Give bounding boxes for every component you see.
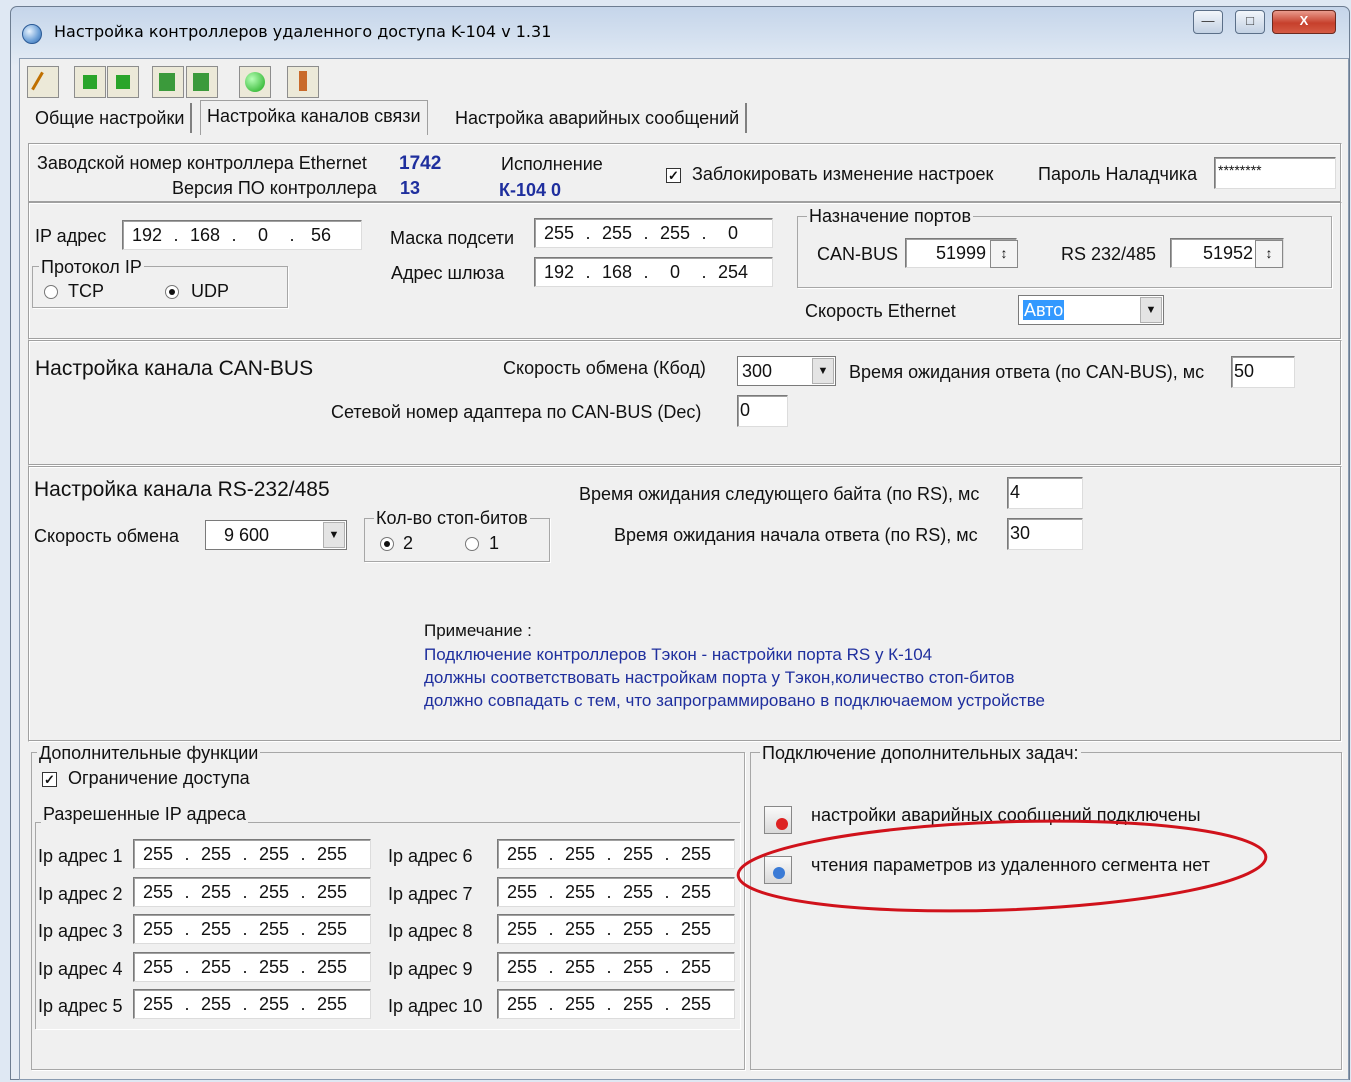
- rs-speed-label: Скорость обмена: [34, 526, 179, 546]
- connect-icon[interactable]: [239, 66, 271, 98]
- restrict-access-label: Ограничение доступа: [68, 768, 250, 788]
- stopbits-2-label: 2: [403, 533, 414, 553]
- canbus-port-spinner[interactable]: ↕: [990, 240, 1018, 268]
- allowed-ip-field[interactable]: 255. 255. 255. 255: [133, 839, 371, 869]
- allowed-ip-legend: Разрешенные IP адреса: [41, 804, 249, 825]
- rs-start-timeout-field[interactable]: 30: [1007, 518, 1083, 550]
- app-icon: [22, 24, 42, 44]
- allowed-ip-field[interactable]: 255. 255. 255. 255: [497, 914, 735, 944]
- chevron-down-icon[interactable]: ▼: [1140, 297, 1162, 323]
- allowed-ip-field[interactable]: 255. 255. 255. 255: [497, 951, 735, 982]
- allowed-ip-field[interactable]: 255. 255. 255. 255: [133, 951, 371, 982]
- rs-speed-select[interactable]: 9 600 ▼: [205, 520, 347, 550]
- canbus-port-label: CAN-BUS: [817, 244, 899, 264]
- allowed-ip-label: Ip адрес 9: [388, 958, 473, 979]
- allowed-ip-label: Ip адрес 5: [38, 996, 123, 1016]
- allowed-ip-field[interactable]: 255. 255. 255. 255: [133, 876, 371, 907]
- tab-alarms[interactable]: Настройка аварийных сообщений: [449, 103, 748, 133]
- rs-port-spinner[interactable]: ↕: [1255, 240, 1283, 268]
- allowed-ip-field[interactable]: 255. 255. 255. 255: [497, 839, 735, 869]
- add-up-icon[interactable]: [74, 66, 106, 98]
- rs-start-timeout-label: Время ожидания начала ответа (по RS), мс: [614, 525, 978, 545]
- allowed-ip-label: Ip адрес 10: [388, 996, 483, 1016]
- subnet-mask-field[interactable]: 255. 255. 255. 0: [534, 218, 773, 248]
- rs-byte-timeout-field[interactable]: 4: [1007, 477, 1083, 509]
- allowed-ip-field[interactable]: 255. 255. 255. 255: [497, 989, 735, 1019]
- allowed-ip-label: Ip адрес 3: [38, 921, 123, 941]
- window-title: Настройка контроллеров удаленного доступ…: [54, 22, 552, 41]
- serial-value: 1742: [399, 153, 442, 174]
- eth-speed-label: Скорость Ethernet: [805, 301, 956, 321]
- canbus-netnum-label: Сетевой номер адаптера по CAN-BUS (Dec): [331, 402, 702, 422]
- gateway-field[interactable]: 192. 168. 0. 254: [534, 257, 773, 287]
- disconnect-icon[interactable]: [287, 66, 319, 98]
- rs-speed-value: 9 600: [224, 525, 270, 545]
- import-icon[interactable]: [186, 66, 218, 98]
- rs-byte-timeout-label: Время ожидания следующего байта (по RS),…: [579, 484, 980, 504]
- canbus-title: Настройка канала CAN-BUS: [35, 357, 314, 380]
- allowed-ip-label: Ip адрес 2: [38, 883, 123, 904]
- tab-channels[interactable]: Настройка каналов связи: [200, 100, 428, 135]
- stopbits-legend: Кол-во стоп-битов: [374, 508, 530, 529]
- allowed-ip-field[interactable]: 255. 255. 255. 255: [133, 989, 371, 1019]
- lock-label: Заблокировать изменение настроек: [692, 164, 994, 184]
- maximize-button[interactable]: □: [1235, 10, 1265, 34]
- note-line-1: Подключение контроллеров Тэкон - настрой…: [424, 645, 933, 664]
- rs-port-label: RS 232/485: [1061, 244, 1157, 264]
- highlight-ellipse: [736, 819, 1268, 913]
- note-line-2: должны соответствовать настройкам порта …: [424, 668, 1015, 687]
- gateway-label: Адрес шлюза: [391, 263, 505, 283]
- chevron-down-icon[interactable]: ▼: [323, 522, 345, 548]
- extra-legend: Дополнительные функции: [37, 743, 261, 764]
- allowed-ip-label: Ip адрес 6: [388, 846, 473, 866]
- stopbits-1-label: 1: [489, 533, 500, 553]
- canbus-timeout-field[interactable]: 50: [1231, 356, 1295, 388]
- allowed-ip-label: Ip адрес 4: [38, 958, 123, 979]
- close-button[interactable]: X: [1272, 10, 1336, 34]
- allowed-ip-label: Ip адрес 1: [38, 846, 123, 866]
- allowed-ip-field[interactable]: 255. 255. 255. 255: [133, 914, 371, 944]
- minimize-button[interactable]: —: [1193, 10, 1223, 34]
- canbus-speed-label: Скорость обмена (Кбод): [503, 358, 706, 378]
- chevron-down-icon[interactable]: ▼: [812, 358, 834, 384]
- fw-label: Версия ПО контроллера: [172, 178, 377, 198]
- password-label: Пароль Наладчика: [1038, 164, 1198, 184]
- ports-legend: Назначение портов: [807, 206, 973, 227]
- note-title: Примечание :: [424, 621, 532, 640]
- tasks-legend: Подключение дополнительных задач:: [760, 743, 1081, 764]
- export-icon[interactable]: [152, 66, 184, 98]
- udp-label: UDP: [191, 281, 230, 301]
- restrict-access-checkbox[interactable]: ✓: [42, 772, 57, 787]
- note-line-3: должно совпадать с тем, что запрограммир…: [424, 691, 1045, 710]
- ip-label: IP адрес: [35, 226, 107, 246]
- stopbits-1-radio[interactable]: [465, 537, 479, 551]
- mask-label: Маска подсети: [390, 228, 515, 248]
- edit-icon[interactable]: [27, 66, 59, 98]
- tab-general[interactable]: Общие настройки: [29, 103, 193, 133]
- eth-speed-select[interactable]: Авто ▼: [1018, 295, 1164, 325]
- allowed-ip-label: Ip адрес 7: [388, 883, 473, 904]
- udp-radio[interactable]: [165, 285, 179, 299]
- lock-checkbox[interactable]: ✓: [666, 168, 681, 183]
- tcp-radio[interactable]: [44, 285, 58, 299]
- canbus-netnum-field[interactable]: 0: [737, 395, 788, 427]
- tcp-label: TCP: [68, 281, 104, 301]
- ip-address-field[interactable]: 192. 168. 0. 56: [122, 220, 362, 250]
- canbus-speed-select[interactable]: 300 ▼: [737, 356, 836, 386]
- serial-label: Заводской номер контроллера Ethernet: [37, 153, 367, 173]
- password-field[interactable]: ********: [1214, 157, 1336, 189]
- add-down-icon[interactable]: [107, 66, 139, 98]
- rs-title: Настройка канала RS-232/485: [34, 478, 330, 501]
- protocol-legend: Протокол IP: [39, 257, 144, 278]
- canbus-timeout-label: Время ожидания ответа (по CAN-BUS), мс: [849, 362, 1205, 382]
- canbus-speed-value: 300: [742, 361, 773, 381]
- allowed-ip-label: Ip адрес 8: [388, 921, 473, 941]
- eth-speed-value: Авто: [1023, 300, 1065, 320]
- stopbits-2-radio[interactable]: [380, 537, 394, 551]
- exec-value: К-104 0: [499, 180, 562, 200]
- fw-value: 13: [400, 178, 421, 198]
- exec-label: Исполнение: [501, 154, 603, 174]
- allowed-ip-field[interactable]: 255. 255. 255. 255: [497, 876, 735, 907]
